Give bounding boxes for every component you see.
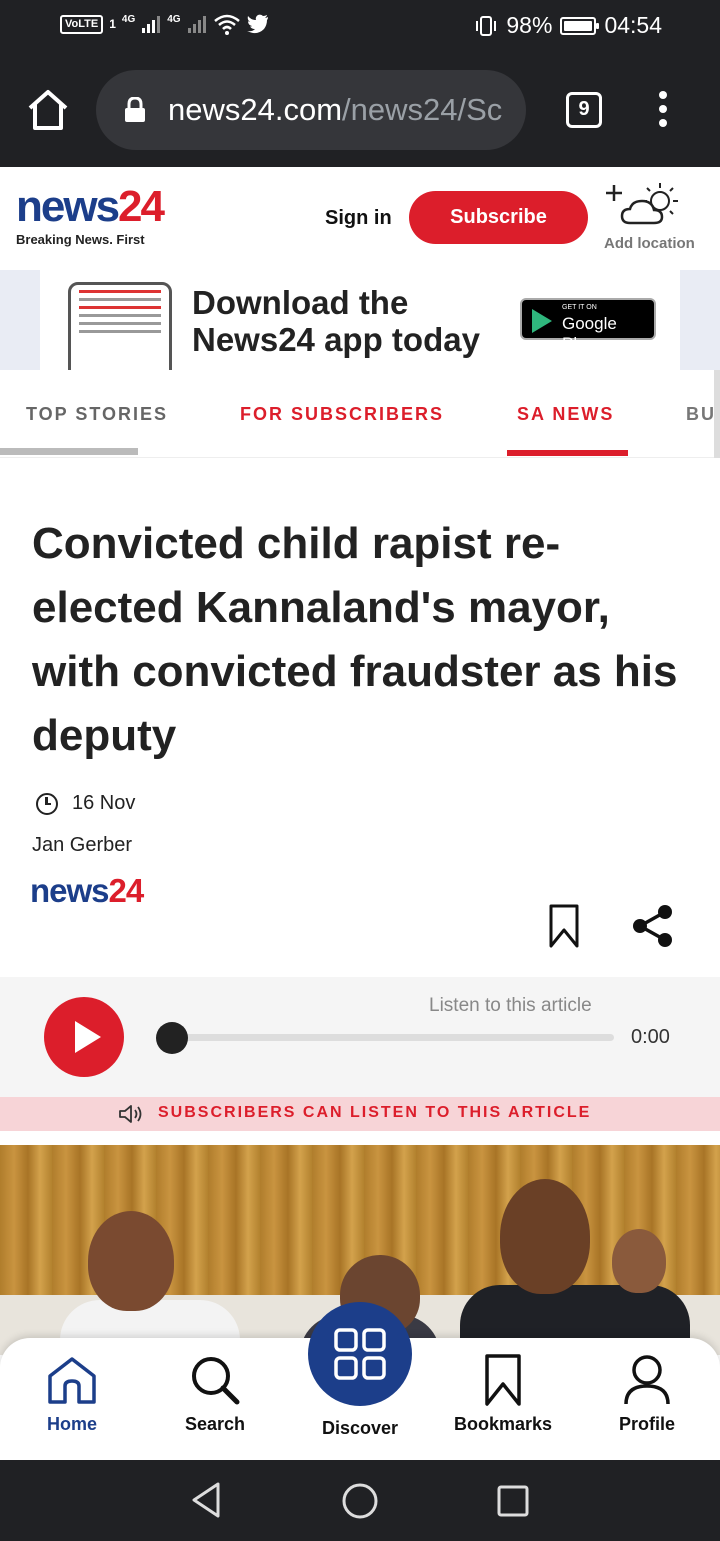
lock-icon <box>125 97 145 122</box>
wifi-icon <box>213 14 240 35</box>
screen: { "status_bar": { "left_indicators": ["V… <box>0 0 720 1541</box>
browser-menu-icon[interactable] <box>652 91 674 131</box>
nav-search[interactable]: Search <box>155 1354 275 1435</box>
audio-time: 0:00 <box>631 1026 670 1048</box>
signal-icon <box>142 16 161 33</box>
nav-bookmarks[interactable]: Bookmarks <box>443 1354 563 1435</box>
profile-icon <box>624 1355 670 1405</box>
sim-indicator: 1 <box>109 17 116 31</box>
subscribers-listen-text: SUBSCRIBERS CAN LISTEN TO THIS ARTICLE <box>158 1104 592 1121</box>
banner-line-1: Download the <box>192 284 409 321</box>
nav-home-label: Home <box>46 1414 97 1434</box>
bookmark-icon <box>485 1354 521 1406</box>
nav-profile-label: Profile <box>618 1414 675 1434</box>
photo-person-3-head <box>500 1179 590 1294</box>
photo-person-1-head <box>88 1211 174 1311</box>
clock-icon <box>36 792 58 815</box>
vibrate-icon <box>476 15 497 36</box>
clock-time: 04:54 <box>604 12 662 38</box>
active-tab-indicator <box>507 450 628 456</box>
status-right: 98% 04:54 <box>474 12 662 39</box>
battery-fill <box>564 20 592 31</box>
bookmark-icon[interactable] <box>548 904 580 948</box>
recents-icon[interactable] <box>496 1484 530 1518</box>
nav-bookmarks-label: Bookmarks <box>453 1414 553 1434</box>
app-download-banner[interactable]: Download the News24 app today GET IT ON … <box>40 270 680 370</box>
article-date-row: 16 Nov <box>36 792 135 815</box>
tab-top-stories[interactable]: TOP STORIES <box>26 404 168 425</box>
battery-icon <box>560 16 600 35</box>
google-play-badge[interactable]: GET IT ON Google Play <box>520 298 656 353</box>
logo-tagline: Breaking News. First <box>16 232 145 247</box>
article-headline: Convicted child rapist re-elected Kannal… <box>32 519 678 760</box>
volte-indicator: VoLTE <box>60 14 104 34</box>
audio-progress-knob[interactable] <box>156 1022 188 1054</box>
nav-discover-label[interactable]: Discover <box>300 1418 420 1439</box>
back-icon[interactable] <box>188 1480 224 1520</box>
subscribers-listen-notice[interactable]: SUBSCRIBERS CAN LISTEN TO THIS ARTICLE <box>0 1097 720 1131</box>
listen-label: Listen to this article <box>429 995 592 1016</box>
battery-percent: 98% <box>506 12 553 38</box>
status-left: VoLTE 1 4G 4G <box>60 13 269 35</box>
google-play-text: Google Play <box>562 314 617 353</box>
signal-icon-2 <box>187 16 206 33</box>
weather-add-location-icon[interactable] <box>602 179 686 229</box>
url-domain: news24.com <box>168 92 343 127</box>
url-path: /news24/Sc <box>342 92 503 127</box>
system-navigation-bar <box>0 1460 720 1541</box>
google-play-icon <box>532 309 552 333</box>
address-bar[interactable]: news24.com/news24/Sc <box>96 70 526 150</box>
photo-person-4-head <box>612 1229 666 1293</box>
google-play-small-text: GET IT ON <box>562 304 597 311</box>
banner-headline: Download the News24 app today <box>192 284 480 358</box>
subscribe-button[interactable]: Subscribe <box>409 191 588 244</box>
browser-toolbar: news24.com/news24/Sc 9 <box>0 55 720 167</box>
share-icon[interactable] <box>632 904 674 948</box>
network-4g-label-2: 4G <box>167 13 181 25</box>
article-date: 16 Nov <box>72 792 136 814</box>
tab-scroll-indicator <box>0 448 138 455</box>
speaker-icon <box>119 1105 142 1123</box>
nav-search-label: Search <box>184 1414 246 1434</box>
nav-profile[interactable]: Profile <box>587 1354 707 1435</box>
twitter-icon <box>246 14 268 34</box>
browser-home-icon[interactable] <box>26 88 70 132</box>
grid-icon <box>334 1328 386 1380</box>
add-location-label[interactable]: Add location <box>604 235 695 252</box>
tab-for-subscribers[interactable]: FOR SUBSCRIBERS <box>240 404 444 425</box>
site-header: news24 Breaking News. First Sign in Subs… <box>0 167 720 270</box>
tab-sa-news[interactable]: SA NEWS <box>517 404 614 425</box>
play-button[interactable] <box>44 997 124 1077</box>
home-circle-icon[interactable] <box>341 1482 379 1520</box>
phone-mockup-image <box>68 282 172 370</box>
news24-logo[interactable]: news24 <box>16 185 165 229</box>
banner-line-2: News24 app today <box>192 321 480 358</box>
home-icon <box>48 1357 96 1404</box>
tab-business[interactable]: BU <box>686 404 716 425</box>
audio-player: Listen to this article 0:00 <box>0 977 720 1097</box>
status-bar: VoLTE 1 4G 4G 98% 04:54 <box>0 0 720 55</box>
tab-switcher-button[interactable]: 9 <box>566 92 602 128</box>
tab-scroll-edge <box>714 370 720 458</box>
audio-progress-track[interactable] <box>170 1034 614 1041</box>
search-icon <box>192 1357 240 1405</box>
sign-in-link[interactable]: Sign in <box>325 207 392 230</box>
section-tabs: TOP STORIES FOR SUBSCRIBERS SA NEWS BU <box>0 370 720 458</box>
article-author[interactable]: Jan Gerber <box>32 834 132 857</box>
article-source-logo: news24 <box>30 872 144 909</box>
nav-home[interactable]: Home <box>12 1354 132 1435</box>
network-4g-label: 4G <box>121 13 136 25</box>
url-text: news24.com/news24/Sc <box>168 92 502 128</box>
nav-discover[interactable] <box>308 1302 412 1406</box>
